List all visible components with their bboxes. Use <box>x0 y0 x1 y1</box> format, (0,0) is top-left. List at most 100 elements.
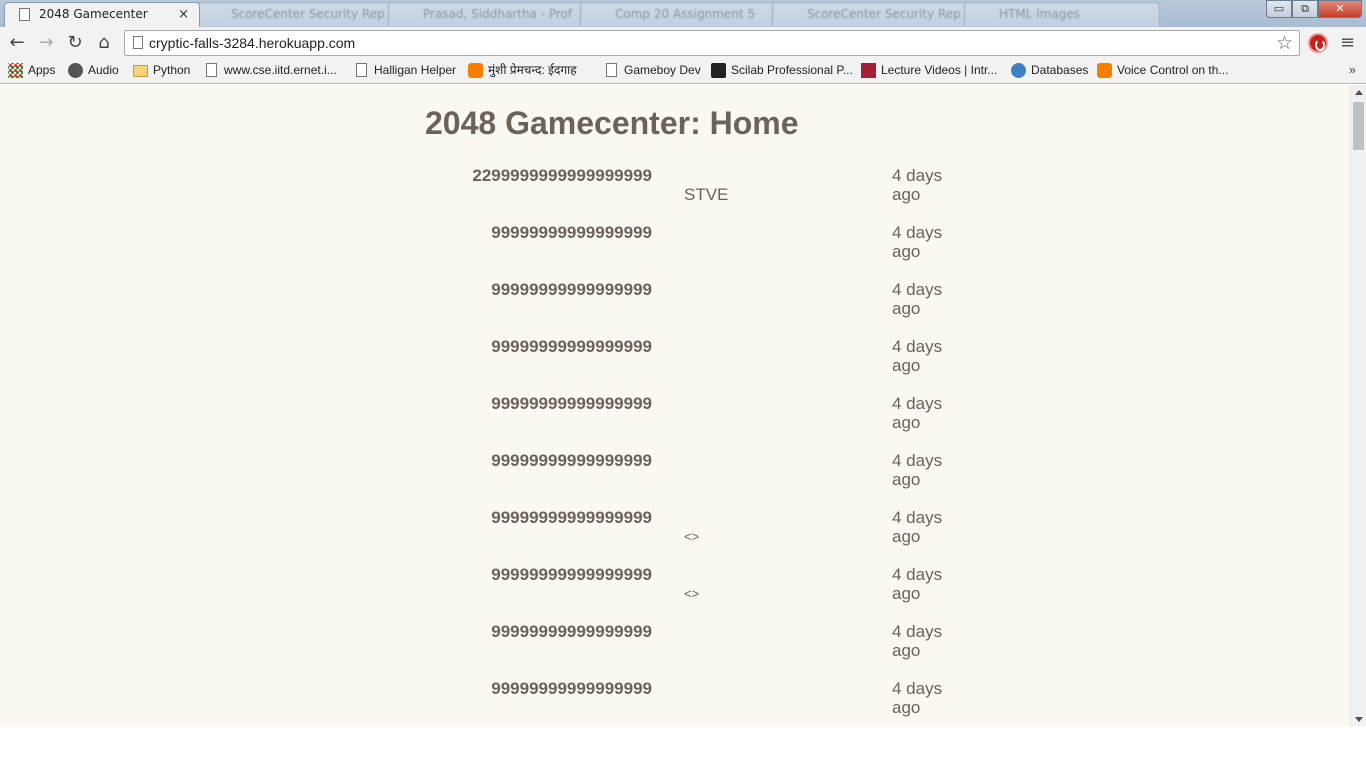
tab-close-icon[interactable]: × <box>178 3 189 26</box>
tab-title: ScoreCenter Security Rep <box>231 7 385 21</box>
tab-title: Prasad, Siddhartha - Prof <box>423 7 573 21</box>
bookmarks-overflow-chevron-icon[interactable]: » <box>1349 59 1356 81</box>
bookmark-lecture-videos[interactable]: Lecture Videos | Intr... <box>861 59 997 83</box>
score-row: 99999999999999999 4 days ago <box>424 621 984 678</box>
bookmark-star-icon[interactable]: ☆ <box>1276 31 1293 55</box>
minimize-button[interactable]: ▭ <box>1266 0 1292 18</box>
page-icon <box>606 63 617 77</box>
score-value: 2299999999999999999 <box>472 166 652 185</box>
score-row: 2299999999999999999 STVE 4 days ago <box>424 165 984 222</box>
page-title: 2048 Gamecenter: Home <box>425 105 799 141</box>
tab-strip: 2048 Gamecenter × ScoreCenter Security R… <box>0 0 1366 27</box>
score-username <box>652 621 892 678</box>
tab-active[interactable]: 2048 Gamecenter × <box>4 2 200 27</box>
bookmark-label: Scilab Professional P... <box>731 63 853 77</box>
score-timestamp: 4 days ago <box>892 565 943 603</box>
score-value: 99999999999999999 <box>491 337 652 356</box>
bookmark-halligan-helper[interactable]: Halligan Helper <box>354 59 456 83</box>
bookmark-premchand[interactable]: मुंशी प्रेमचन्द: ईदगाह <box>468 59 577 83</box>
bookmark-label: Audio <box>88 63 119 77</box>
tab-background[interactable]: ScoreCenter Security Rep <box>196 2 392 27</box>
tab-background[interactable]: Prasad, Siddhartha - Prof <box>388 2 584 27</box>
menu-icon[interactable]: ≡ <box>1340 31 1355 55</box>
bookmark-databases[interactable]: Databases <box>1011 59 1088 83</box>
bookmark-python[interactable]: Python <box>133 59 190 83</box>
scilab-icon <box>711 63 726 78</box>
score-username <box>652 222 892 279</box>
score-timestamp: 4 days ago <box>892 337 943 375</box>
url-text[interactable]: cryptic-falls-3284.herokuapp.com <box>149 31 355 55</box>
bookmark-gameboy-dev[interactable]: Gameboy Dev <box>604 59 701 83</box>
score-value: 99999999999999999 <box>491 679 652 698</box>
scores-list: 2299999999999999999 STVE 4 days ago 9999999… <box>424 165 984 726</box>
tab-background[interactable]: ScoreCenter Security Rep <box>772 2 968 27</box>
score-row: 99999999999999999 4 days ago <box>424 393 984 450</box>
score-username: <> <box>684 586 700 601</box>
score-username <box>652 450 892 507</box>
tab-title: 2048 Gamecenter <box>39 7 148 21</box>
score-timestamp: 4 days ago <box>892 166 943 204</box>
browser-toolbar: ← → ↻ ⌂ cryptic-falls-3284.herokuapp.com… <box>0 27 1366 59</box>
scroll-up-arrow-icon[interactable] <box>1355 90 1363 95</box>
blogger-icon <box>1097 63 1112 78</box>
bookmark-audio[interactable]: Audio <box>68 59 119 83</box>
bookmark-label: मुंशी प्रेमचन्द: ईदगाह <box>488 63 577 77</box>
tab-background[interactable]: HTML Images <box>964 2 1160 27</box>
databases-icon <box>1011 63 1026 78</box>
score-username: <> <box>684 529 700 544</box>
apps-grid-icon <box>8 63 23 78</box>
tab-title: Comp 20 Assignment 5 <box>615 7 756 21</box>
page-icon <box>356 63 367 77</box>
address-bar[interactable]: cryptic-falls-3284.herokuapp.com ☆ <box>124 30 1300 56</box>
page-icon <box>19 8 30 21</box>
home-button[interactable]: ⌂ <box>92 31 116 55</box>
folder-icon <box>133 65 148 77</box>
score-username <box>652 678 892 726</box>
score-value: 99999999999999999 <box>491 565 652 584</box>
bookmark-label: Databases <box>1031 63 1089 77</box>
page-content: 2048 Gamecenter: Home 229999999999999999… <box>0 85 1350 726</box>
forward-button[interactable]: → <box>34 31 58 55</box>
bookmark-scilab[interactable]: Scilab Professional P... <box>711 59 853 83</box>
page-icon <box>206 63 217 77</box>
score-row: 99999999999999999 4 days ago <box>424 279 984 336</box>
score-row: 99999999999999999 4 days ago <box>424 222 984 279</box>
score-row: 99999999999999999 <> 4 days ago <box>424 564 984 621</box>
bookmark-label: Halligan Helper <box>374 63 457 77</box>
score-username <box>652 336 892 393</box>
score-value: 99999999999999999 <box>491 280 652 299</box>
bookmark-label: Voice Control on th... <box>1117 63 1229 77</box>
close-window-button[interactable]: ✕ <box>1318 0 1362 18</box>
score-row: 99999999999999999 4 days ago <box>424 450 984 507</box>
scroll-thumb[interactable] <box>1353 102 1364 150</box>
bookmark-voice-control[interactable]: Voice Control on th... <box>1097 59 1228 83</box>
restore-button[interactable]: ⧉ <box>1292 0 1318 18</box>
extension-icon[interactable] <box>1308 33 1328 53</box>
score-value: 99999999999999999 <box>491 622 652 641</box>
score-timestamp: 4 days ago <box>892 394 943 432</box>
blogger-icon <box>468 63 483 78</box>
tab-title: ScoreCenter Security Rep <box>807 7 961 21</box>
score-timestamp: 4 days ago <box>892 280 943 318</box>
score-timestamp: 4 days ago <box>892 679 943 717</box>
score-value: 99999999999999999 <box>491 451 652 470</box>
score-row: 99999999999999999 4 days ago <box>424 678 984 726</box>
tab-background[interactable]: Comp 20 Assignment 5 <box>580 2 776 27</box>
score-value: 99999999999999999 <box>491 223 652 242</box>
score-timestamp: 4 days ago <box>892 451 943 489</box>
score-timestamp: 4 days ago <box>892 223 943 261</box>
score-username <box>652 393 892 450</box>
page-scrollbar[interactable] <box>1350 85 1366 726</box>
scroll-down-arrow-icon[interactable] <box>1355 717 1363 722</box>
back-button[interactable]: ← <box>5 31 29 55</box>
bookmark-label: Lecture Videos | Intr... <box>881 63 998 77</box>
bookmark-apps[interactable]: Apps <box>8 59 55 83</box>
window-controls: ▭ ⧉ ✕ <box>1266 0 1362 20</box>
audio-icon <box>68 63 83 78</box>
bookmark-cse-iitd[interactable]: www.cse.iitd.ernet.i... <box>204 59 337 83</box>
bookmark-label: Python <box>153 63 191 77</box>
mit-ocw-icon <box>861 63 876 78</box>
tab-title: HTML Images <box>999 7 1081 21</box>
reload-button[interactable]: ↻ <box>63 31 87 55</box>
bookmark-label: Apps <box>28 63 56 77</box>
